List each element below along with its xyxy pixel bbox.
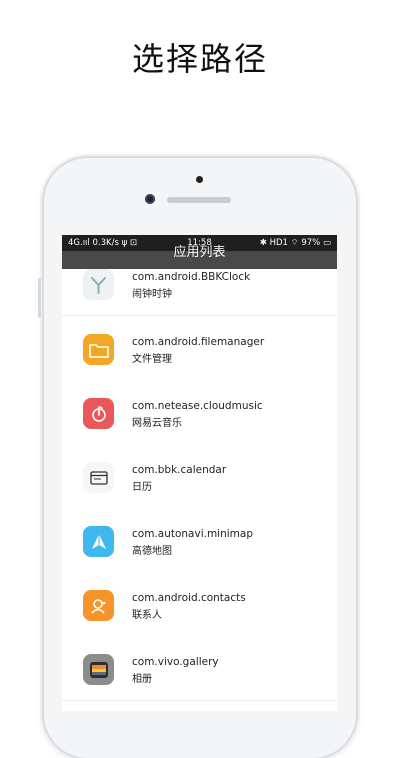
clock-icon [83, 269, 114, 300]
app-name: 网易云音乐 [132, 418, 182, 429]
package-name: com.vivo.gallery [132, 656, 219, 668]
package-name: com.android.contacts [132, 592, 246, 604]
package-name: com.netease.cloudmusic [132, 400, 263, 412]
status-right: ✱ HD1 ⌔ 97% ▭ [259, 238, 331, 248]
app-name: 高德地图 [132, 546, 172, 557]
app-name: 日历 [132, 482, 152, 493]
front-camera [145, 194, 155, 204]
list-item[interactable]: com.android.filemanager 文件管理 [62, 316, 337, 381]
list-item[interactable]: com.autonavi.minimap 高德地图 [62, 508, 337, 573]
folder-icon [83, 334, 114, 365]
list-item[interactable]: com.bbk.calendar 日历 [62, 444, 337, 509]
music-icon [83, 398, 114, 429]
app-name: 相册 [132, 674, 152, 685]
earpiece-speaker [167, 197, 231, 203]
calendar-icon [83, 462, 114, 493]
map-icon [83, 526, 114, 557]
list-item[interactable]: com.netease.cloudmusic 网易云音乐 [62, 380, 337, 445]
app-name: 联系人 [132, 610, 162, 621]
promo-title: 选择路径 [131, 40, 268, 78]
app-name: 闹钟时钟 [132, 289, 172, 300]
app-name: 文件管理 [132, 354, 172, 365]
proximity-sensor [196, 176, 203, 183]
gallery-icon [83, 654, 114, 685]
list-item[interactable]: com.android.contacts 联系人 [62, 572, 337, 637]
page-title: 应用列表 [62, 246, 337, 269]
package-name: com.autonavi.minimap [132, 528, 253, 540]
package-name: com.bbk.calendar [132, 464, 227, 476]
package-name: com.android.filemanager [132, 336, 265, 348]
contacts-icon [83, 590, 114, 621]
package-name: com.android.BBKClock [132, 271, 251, 283]
list-item[interactable]: com.vivo.gallery 相册 [62, 636, 337, 701]
app-screen: com.android.BBKClock 闹钟时钟 com.android.fi… [62, 235, 337, 711]
